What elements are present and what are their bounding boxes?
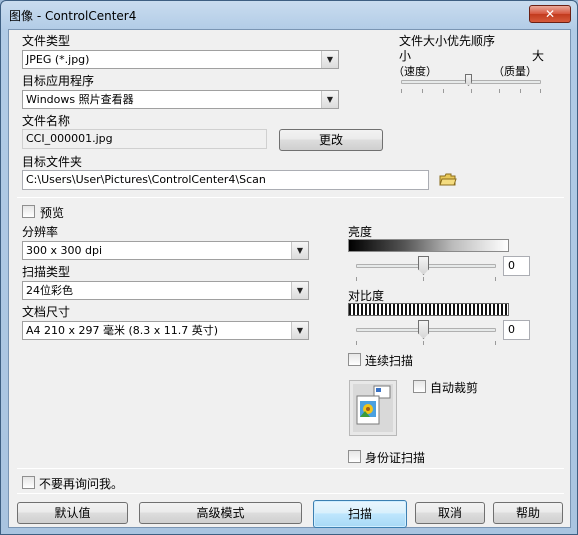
scan-type-value: 24位彩色 xyxy=(26,284,73,297)
scan-type-select[interactable]: 24位彩色 ▼ xyxy=(22,281,309,300)
dialog-body: 文件类型 JPEG (*.jpg) ▼ 目标应用程序 Windows 照片查看器… xyxy=(8,29,571,528)
preview-label: 预览 xyxy=(40,206,65,220)
tick xyxy=(443,89,444,93)
tick xyxy=(422,89,423,93)
doc-size-select[interactable]: A4 210 x 297 毫米 (8.3 x 11.7 英寸) ▼ xyxy=(22,321,309,340)
tick xyxy=(520,89,521,93)
cancel-button[interactable]: 取消 xyxy=(415,502,485,524)
tick xyxy=(495,277,496,281)
chevron-down-icon: ▼ xyxy=(291,282,308,299)
file-type-select[interactable]: JPEG (*.jpg) ▼ xyxy=(22,50,339,69)
tick xyxy=(423,341,424,345)
size-priority-label: 文件大小优先顺序 xyxy=(399,34,496,48)
target-app-value: Windows 照片查看器 xyxy=(26,93,134,106)
tick xyxy=(499,89,500,93)
default-button[interactable]: 默认值 xyxy=(17,502,128,524)
file-type-value: JPEG (*.jpg) xyxy=(26,53,90,66)
auto-crop-icon xyxy=(349,380,397,436)
tick xyxy=(495,341,496,345)
dont-ask-checkbox[interactable] xyxy=(22,476,35,489)
scan-button[interactable]: 扫描 xyxy=(313,500,407,528)
chevron-down-icon: ▼ xyxy=(291,322,308,339)
file-name-value: CCI_000001.jpg xyxy=(26,132,113,145)
folder-icon[interactable] xyxy=(439,173,457,187)
brightness-input[interactable]: 0 xyxy=(503,256,530,276)
size-priority-quality: （质量） xyxy=(493,65,537,78)
doc-size-label: 文档尺寸 xyxy=(22,305,71,319)
chevron-down-icon: ▼ xyxy=(291,242,308,259)
resolution-value: 300 x 300 dpi xyxy=(26,244,103,257)
brightness-slider[interactable] xyxy=(418,256,429,275)
contrast-pattern xyxy=(348,303,509,316)
target-folder-value: C:\Users\User\Pictures\ControlCenter4\Sc… xyxy=(26,173,266,186)
scan-type-label: 扫描类型 xyxy=(22,265,71,279)
contrast-slider[interactable] xyxy=(418,320,429,339)
dont-ask-label: 不要再询问我。 xyxy=(39,477,124,491)
tick xyxy=(356,341,357,345)
title-bar[interactable]: 图像 - ControlCenter4 ✕ xyxy=(1,1,577,29)
window-title: 图像 - ControlCenter4 xyxy=(9,9,137,23)
separator xyxy=(17,468,564,469)
continuous-scan-checkbox[interactable] xyxy=(348,353,361,366)
size-priority-slider[interactable] xyxy=(465,74,472,86)
resolution-label: 分辨率 xyxy=(22,225,59,239)
target-folder-label: 目标文件夹 xyxy=(22,155,83,169)
close-button[interactable]: ✕ xyxy=(529,5,571,23)
change-button[interactable]: 更改 xyxy=(279,129,383,151)
chevron-down-icon: ▼ xyxy=(321,91,338,108)
contrast-label: 对比度 xyxy=(348,289,385,303)
contrast-input[interactable]: 0 xyxy=(503,320,530,340)
file-name-label: 文件名称 xyxy=(22,114,71,128)
size-priority-large: 大 xyxy=(532,49,545,63)
tick xyxy=(356,277,357,281)
dialog-window: 图像 - ControlCenter4 ✕ 文件类型 JPEG (*.jpg) … xyxy=(0,0,578,535)
tick xyxy=(540,89,541,93)
file-name-field: CCI_000001.jpg xyxy=(22,129,267,149)
target-folder-field[interactable]: C:\Users\User\Pictures\ControlCenter4\Sc… xyxy=(22,170,429,190)
continuous-scan-label: 连续扫描 xyxy=(365,354,414,368)
auto-crop-checkbox[interactable] xyxy=(413,380,426,393)
preview-checkbox[interactable] xyxy=(22,205,35,218)
chevron-down-icon: ▼ xyxy=(321,51,338,68)
tick xyxy=(401,89,402,93)
id-scan-label: 身份证扫描 xyxy=(365,451,426,465)
tick xyxy=(423,277,424,281)
separator xyxy=(17,493,564,494)
separator xyxy=(17,197,564,198)
doc-size-value: A4 210 x 297 毫米 (8.3 x 11.7 英寸) xyxy=(26,324,219,337)
help-button[interactable]: 帮助 xyxy=(493,502,563,524)
target-app-label: 目标应用程序 xyxy=(22,74,95,88)
target-app-select[interactable]: Windows 照片查看器 ▼ xyxy=(22,90,339,109)
id-scan-checkbox[interactable] xyxy=(348,450,361,463)
brightness-label: 亮度 xyxy=(348,225,373,239)
resolution-select[interactable]: 300 x 300 dpi ▼ xyxy=(22,241,309,260)
auto-crop-label: 自动裁剪 xyxy=(430,381,479,395)
brightness-gradient xyxy=(348,239,509,252)
file-type-label: 文件类型 xyxy=(22,34,71,48)
tick xyxy=(471,89,472,93)
size-priority-small: 小 xyxy=(399,49,412,63)
size-priority-speed: （速度） xyxy=(393,65,437,78)
advanced-mode-button[interactable]: 高级模式 xyxy=(139,502,302,524)
